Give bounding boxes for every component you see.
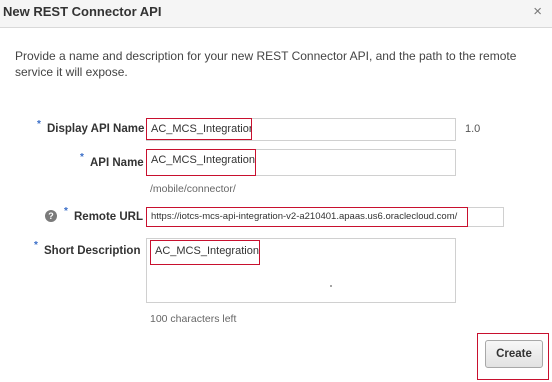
help-icon[interactable]: ?: [45, 210, 57, 222]
display-api-name-label: Display API Name: [47, 123, 145, 135]
remote-url-label: Remote URL: [74, 211, 144, 223]
dialog-header: New REST Connector API ×: [0, 0, 552, 28]
dialog-title: New REST Connector API: [3, 4, 162, 19]
required-marker: *: [64, 206, 68, 217]
display-api-name-input[interactable]: AC_MCS_Integration: [146, 118, 252, 140]
required-marker: *: [80, 152, 84, 163]
api-path-hint: /mobile/connector/: [150, 183, 236, 195]
remote-url-field-frame: [468, 207, 504, 227]
required-marker: *: [34, 240, 38, 251]
new-rest-connector-dialog: New REST Connector API × Provide a name …: [0, 0, 552, 382]
resize-dot: [330, 285, 332, 287]
short-description-label: Short Description: [44, 245, 141, 257]
characters-left: 100 characters left: [150, 313, 237, 325]
api-name-label: API Name: [90, 157, 144, 169]
short-description-value[interactable]: AC_MCS_Integration: [150, 240, 260, 265]
api-name-input[interactable]: AC_MCS_Integration: [146, 149, 256, 176]
required-marker: *: [37, 119, 41, 130]
remote-url-input[interactable]: https://iotcs-mcs-api-integration-v2-a21…: [146, 207, 468, 227]
close-icon[interactable]: ×: [533, 3, 542, 21]
api-version: 1.0: [465, 123, 481, 135]
create-button[interactable]: Create: [485, 340, 543, 368]
dialog-intro: Provide a name and description for your …: [15, 49, 517, 79]
